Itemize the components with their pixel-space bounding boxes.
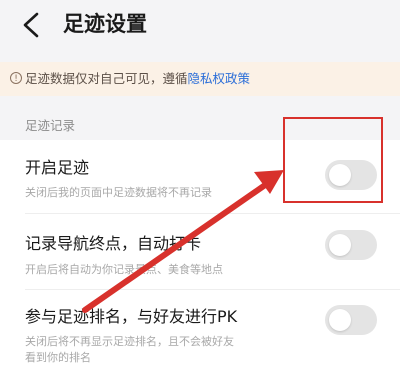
spacer xyxy=(0,50,400,62)
header-bar: 足迹设置 xyxy=(0,0,400,50)
divider xyxy=(25,213,400,214)
setting-desc-ranking: 关闭后将不再显示足迹排名，且不会被好友 xyxy=(25,335,234,348)
page-title: 足迹设置 xyxy=(63,12,147,36)
toggle-nav-checkin[interactable] xyxy=(325,230,377,260)
info-icon: ! xyxy=(10,72,22,84)
setting-title-nav-checkin: 记录导航终点，自动打卡 xyxy=(25,234,202,253)
setting-title-ranking: 参与足迹排名，与好友进行PK xyxy=(25,307,238,326)
toggle-knob xyxy=(329,309,351,331)
setting-desc-nav-checkin: 开启后将自动为你记录景点、美食等地点 xyxy=(25,263,223,276)
setting-title-footprint: 开启足迹 xyxy=(25,158,90,177)
privacy-notice: ! 足迹数据仅对自己可见，遵循隐私权政策 xyxy=(0,62,400,96)
notice-message: 足迹数据仅对自己可见，遵循 xyxy=(25,71,188,86)
privacy-policy-link[interactable]: 隐私权政策 xyxy=(188,71,251,86)
highlight-box xyxy=(283,117,383,203)
toggle-knob xyxy=(329,234,351,256)
divider xyxy=(25,289,400,290)
chevron-left-icon[interactable] xyxy=(20,12,44,38)
notice-text: 足迹数据仅对自己可见，遵循隐私权政策 xyxy=(25,70,250,87)
toggle-ranking[interactable] xyxy=(325,305,377,335)
setting-desc-ranking-cont: 看到你的排名 xyxy=(25,351,91,364)
setting-desc-footprint: 关闭后我的页面中足迹数据将不再记录 xyxy=(25,186,212,199)
section-label: 足迹记录 xyxy=(25,118,76,133)
